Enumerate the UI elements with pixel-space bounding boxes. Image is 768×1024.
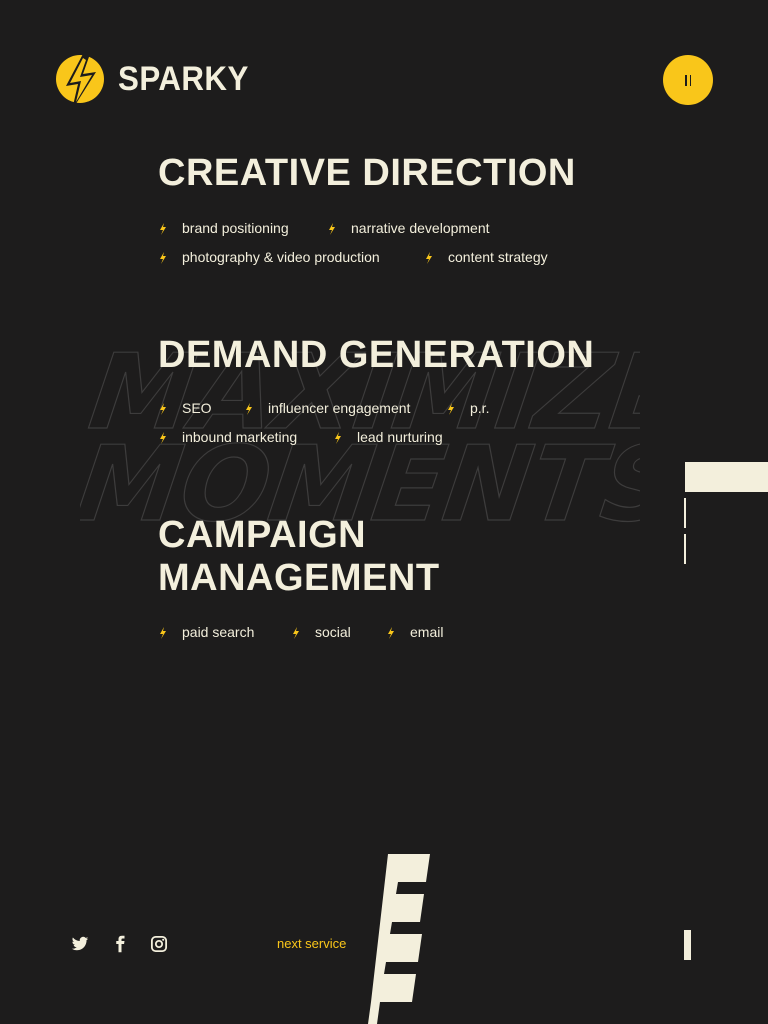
menu-button[interactable] [663, 55, 713, 105]
bolt-icon [159, 626, 167, 639]
tag-item: paid search [159, 624, 254, 640]
lightning-logo-icon [56, 52, 106, 110]
section-title-demand-generation: DEMAND GENERATION [158, 334, 594, 377]
tag-item: inbound marketing [159, 429, 297, 445]
bolt-icon [447, 402, 455, 415]
section-title-campaign-management: CAMPAIGN MANAGEMENT [158, 514, 440, 600]
tag-item: narrative development [328, 220, 490, 236]
logo[interactable]: SPARKY [56, 52, 260, 110]
section-title-line: CREATIVE DIRECTION [158, 152, 576, 194]
tag-item: lead nurturing [334, 429, 443, 445]
scroll-indicator[interactable] [684, 930, 691, 960]
next-service-link[interactable]: next service [277, 936, 346, 951]
bolt-icon [292, 626, 300, 639]
section-title-line: DEMAND GENERATION [158, 334, 595, 376]
tag-item: photography & video production [159, 249, 380, 265]
pause-bars-icon [685, 74, 691, 86]
section-indicator-active[interactable] [685, 462, 768, 492]
bolt-icon [425, 251, 433, 264]
bolt-icon [328, 222, 336, 235]
tag-item: social [292, 624, 351, 640]
tag-item: brand positioning [159, 220, 289, 236]
bolt-icon [159, 431, 167, 444]
section-title-line: CAMPAIGN [158, 514, 367, 556]
bolt-icon [245, 402, 253, 415]
instagram-icon[interactable] [150, 935, 168, 953]
tag-item: influencer engagement [245, 400, 410, 416]
tag-item: content strategy [425, 249, 548, 265]
tag-item: p.r. [447, 400, 489, 416]
section-indicator[interactable] [684, 534, 686, 564]
bolt-icon [159, 251, 167, 264]
bolt-icon [387, 626, 395, 639]
bolt-icon [159, 222, 167, 235]
bolt-icon [334, 431, 342, 444]
facebook-icon[interactable] [111, 935, 129, 953]
tag-item: email [387, 624, 443, 640]
tag-item: SEO [159, 400, 212, 416]
section-title-line: MANAGEMENT [158, 557, 440, 599]
twitter-icon[interactable] [71, 935, 89, 953]
brand-name: SPARKY [118, 59, 249, 98]
bolt-icon [159, 402, 167, 415]
section-indicator[interactable] [684, 498, 686, 528]
next-service-letter[interactable] [368, 854, 430, 1024]
section-title-creative-direction: CREATIVE DIRECTION [158, 152, 576, 195]
